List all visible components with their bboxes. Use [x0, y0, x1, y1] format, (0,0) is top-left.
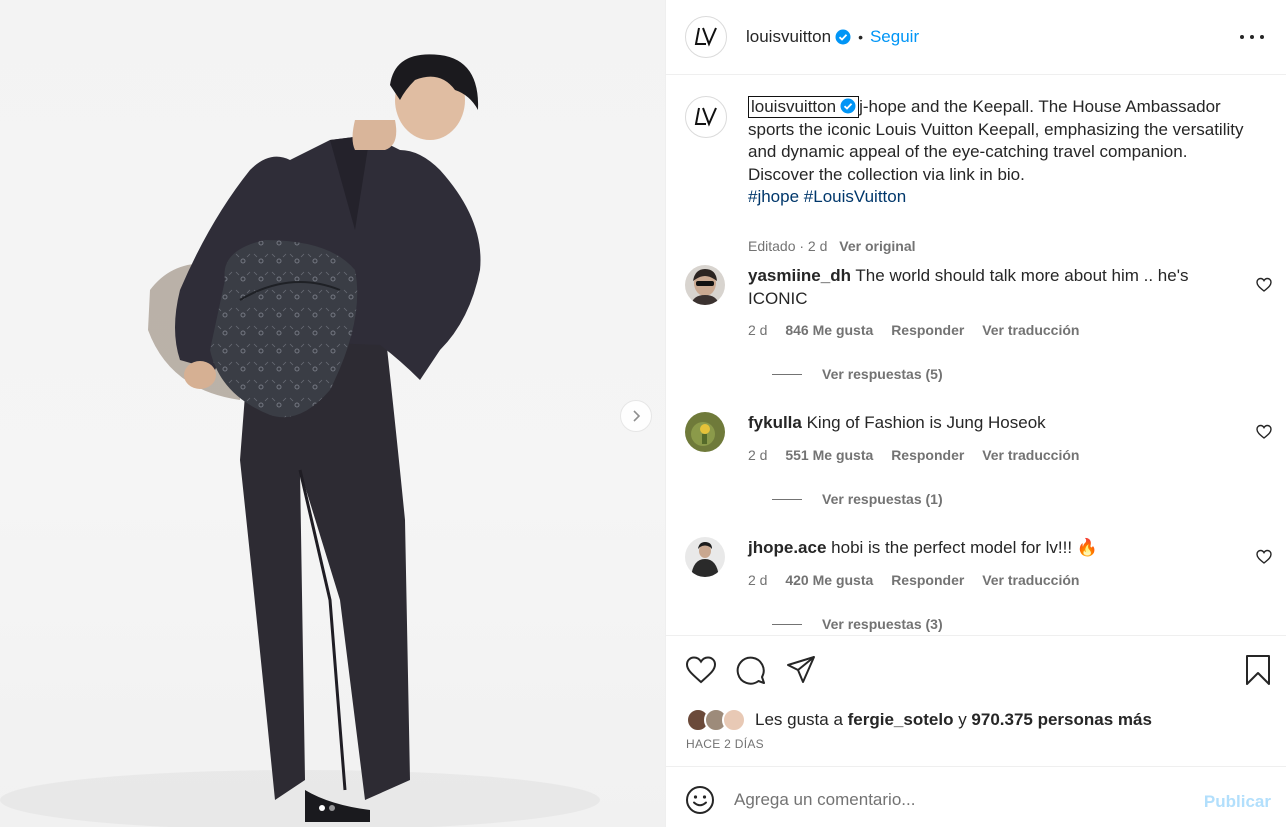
replies-divider — [772, 623, 802, 625]
caption-avatar[interactable] — [685, 96, 727, 138]
publish-button[interactable]: Publicar — [1204, 792, 1271, 812]
louis-vuitton-logo-icon — [694, 27, 717, 47]
avatar-image — [685, 412, 725, 452]
caption-username: louisvuitton — [751, 97, 837, 116]
comment-body: hobi is the perfect model for lv!!! 🔥 — [831, 538, 1098, 557]
avatar-image — [685, 537, 725, 577]
comment-text: jhope.ace hobi is the perfect model for … — [748, 537, 1208, 560]
caption-edited-time: Editado · 2 d — [748, 238, 828, 254]
comment-body: King of Fashion is Jung Hoseok — [806, 413, 1046, 432]
carousel-indicator — [319, 805, 335, 811]
view-replies-label: Ver respuestas (1) — [822, 491, 943, 507]
view-replies-button[interactable]: Ver respuestas (5) — [772, 366, 943, 382]
likes-connector: y — [958, 710, 967, 729]
commenter-avatar[interactable] — [685, 412, 725, 452]
avatar-image — [685, 265, 725, 305]
comment-username[interactable]: jhope.ace — [748, 538, 826, 557]
view-replies-label: Ver respuestas (3) — [822, 616, 943, 632]
heart-icon[interactable] — [1256, 424, 1272, 440]
comment-username[interactable]: yasmiine_dh — [748, 266, 851, 285]
view-replies-button[interactable]: Ver respuestas (1) — [772, 491, 943, 507]
likes-prefix: Les gusta a — [755, 710, 843, 729]
reply-button[interactable]: Responder — [891, 572, 964, 588]
post-details-panel: louisvuitton • Seguir louisvuitton j-hope… — [665, 0, 1286, 827]
likes-summary[interactable]: Les gusta a fergie_sotelo y 970.375 pers… — [686, 708, 1152, 732]
comment-likes[interactable]: 846 Me gusta — [785, 322, 873, 338]
liker-avatar — [722, 708, 746, 732]
emoji-smiley-icon[interactable] — [685, 785, 715, 815]
likes-count[interactable]: 970.375 personas más — [971, 710, 1152, 729]
comment-meta: 2 d 846 Me gusta Responder Ver traducció… — [748, 322, 1093, 338]
replies-divider — [772, 373, 802, 375]
carousel-dot-active — [319, 805, 325, 811]
share-send-icon[interactable] — [785, 654, 817, 686]
verified-badge-icon — [840, 98, 856, 114]
reply-button[interactable]: Responder — [891, 447, 964, 463]
account-username[interactable]: louisvuitton — [746, 27, 831, 47]
chevron-right-icon — [633, 410, 641, 422]
heart-icon[interactable] — [1256, 549, 1272, 565]
likes-text: Les gusta a fergie_sotelo y 970.375 pers… — [755, 710, 1152, 730]
comment-age: 2 d — [748, 447, 768, 463]
commenter-avatar[interactable] — [685, 265, 725, 305]
more-dot — [1260, 35, 1264, 39]
translate-button[interactable]: Ver traducción — [982, 322, 1079, 338]
like-heart-icon[interactable] — [685, 654, 717, 686]
next-image-button[interactable] — [620, 400, 652, 432]
hashtag-jhope[interactable]: #jhope — [748, 187, 799, 206]
post-header: louisvuitton • Seguir — [666, 0, 1286, 75]
caption-username-link[interactable]: louisvuitton — [748, 96, 860, 118]
verified-badge-icon — [835, 29, 851, 45]
liker-username[interactable]: fergie_sotelo — [848, 710, 954, 729]
comment-age: 2 d — [748, 572, 768, 588]
post-media[interactable] — [0, 0, 665, 827]
view-replies-button[interactable]: Ver respuestas (3) — [772, 616, 943, 632]
translate-button[interactable]: Ver traducción — [982, 447, 1079, 463]
comment-meta: 2 d 551 Me gusta Responder Ver traducció… — [748, 447, 1093, 463]
heart-icon[interactable] — [1256, 277, 1272, 293]
hashtag-louisvuitton[interactable]: #LouisVuitton — [804, 187, 906, 206]
replies-divider — [772, 498, 802, 500]
commenter-avatar[interactable] — [685, 537, 725, 577]
comment-likes[interactable]: 551 Me gusta — [785, 447, 873, 463]
caption-meta: Editado · 2 d Ver original — [748, 238, 916, 254]
post-timestamp: HACE 2 DÍAS — [686, 737, 764, 751]
louis-vuitton-logo-icon — [694, 107, 717, 127]
post-actions: Les gusta a fergie_sotelo y 970.375 pers… — [666, 635, 1286, 766]
comment-bubble-icon[interactable] — [735, 654, 767, 686]
account-avatar[interactable] — [685, 16, 727, 58]
view-replies-label: Ver respuestas (5) — [822, 366, 943, 382]
comment-input[interactable] — [734, 785, 1184, 815]
carousel-dot — [329, 805, 335, 811]
comment-text: fykulla King of Fashion is Jung Hoseok — [748, 412, 1208, 435]
save-bookmark-icon[interactable] — [1242, 654, 1274, 686]
comment-meta: 2 d 420 Me gusta Responder Ver traducció… — [748, 572, 1093, 588]
liked-by-avatars — [686, 708, 751, 732]
see-original-button[interactable]: Ver original — [839, 238, 915, 254]
caption-text-block: louisvuitton j-hope and the Keepall. The … — [748, 96, 1248, 209]
comments-list[interactable]: louisvuitton j-hope and the Keepall. The … — [666, 76, 1286, 634]
comment-username[interactable]: fykulla — [748, 413, 802, 432]
comment-text: yasmiine_dh The world should talk more a… — [748, 265, 1208, 310]
reply-button[interactable]: Responder — [891, 322, 964, 338]
more-dot — [1240, 35, 1244, 39]
follow-button[interactable]: Seguir — [870, 27, 919, 47]
post-photo — [0, 54, 600, 827]
more-dot — [1250, 35, 1254, 39]
translate-button[interactable]: Ver traducción — [982, 572, 1079, 588]
more-options-icon[interactable] — [1240, 27, 1264, 47]
comment-age: 2 d — [748, 322, 768, 338]
add-comment-bar: Publicar — [666, 766, 1286, 827]
header-separator: • — [858, 29, 863, 45]
comment-likes[interactable]: 420 Me gusta — [785, 572, 873, 588]
